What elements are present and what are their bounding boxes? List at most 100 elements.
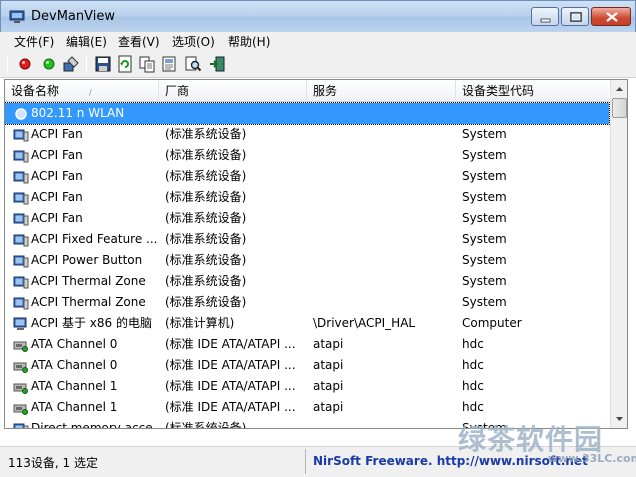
cell-vendor: (标准计算机) — [165, 316, 235, 330]
enable-device-icon[interactable] — [40, 55, 58, 73]
cell-device-type: System — [462, 295, 507, 309]
ide-controller-icon — [13, 404, 28, 415]
toolbar — [0, 50, 636, 78]
menu-help[interactable]: 帮助(H) — [228, 33, 270, 50]
scroll-up-icon[interactable] — [612, 81, 627, 97]
copy-icon[interactable] — [138, 55, 156, 73]
cell-device-name: Direct memory acce... — [31, 421, 159, 429]
device-list[interactable]: 设备名称 ∕ 厂商 服务 设备类型代码 802.11 n WLAN ACPI Fan… — [4, 79, 628, 429]
column-header-label: 设备类型代码 — [462, 84, 535, 98]
cell-vendor: (标准系统设备) — [165, 190, 247, 204]
table-row[interactable]: 802.11 n WLAN — [5, 102, 610, 125]
close-icon — [606, 12, 618, 22]
cell-vendor: (标准系统设备) — [165, 169, 247, 183]
table-row[interactable]: ACPI Power Button (标准系统设备) System — [5, 250, 609, 271]
toolbar-separator — [86, 55, 87, 73]
system-device-icon — [13, 423, 29, 428]
cell-device-type: hdc — [462, 400, 484, 414]
cell-device-name: ACPI Fixed Feature ... — [31, 232, 158, 246]
menu-file[interactable]: 文件(F) — [14, 33, 54, 50]
cell-device-name: ACPI Fan — [31, 169, 83, 183]
cell-device-name: ACPI 基于 x86 的电脑 — [31, 316, 152, 330]
menu-view[interactable]: 查看(V) — [118, 33, 160, 50]
table-row[interactable]: ACPI Fan (标准系统设备) System — [5, 187, 609, 208]
html-report-icon[interactable] — [160, 55, 178, 73]
table-row[interactable]: ACPI Fan (标准系统设备) System — [5, 145, 609, 166]
scroll-down-icon[interactable] — [612, 411, 627, 427]
cell-vendor: (标准系统设备) — [165, 127, 247, 141]
cell-device-name: ATA Channel 0 — [31, 358, 118, 372]
ide-controller-icon — [13, 341, 28, 352]
system-device-icon — [13, 255, 29, 268]
cell-service: atapi — [313, 358, 344, 372]
cell-device-name: ATA Channel 0 — [31, 337, 118, 351]
properties-icon[interactable] — [62, 55, 80, 73]
menu-edit[interactable]: 编辑(E) — [66, 33, 107, 50]
column-header-label: 设备名称 — [11, 84, 60, 98]
system-device-icon — [13, 297, 29, 310]
column-header-label: 厂商 — [165, 84, 190, 98]
refresh-icon[interactable] — [116, 55, 134, 73]
column-header-device-name[interactable]: 设备名称 ∕ — [5, 80, 159, 102]
system-device-icon — [13, 129, 29, 142]
column-header-service[interactable]: 服务 — [307, 80, 456, 102]
table-row[interactable]: ATA Channel 0 (标准 IDE ATA/ATAPI ... atapi h… — [5, 355, 609, 376]
app-icon — [9, 10, 25, 23]
system-device-icon — [13, 192, 29, 205]
column-header-label: 服务 — [313, 84, 338, 98]
table-row[interactable]: ACPI Fan (标准系统设备) System — [5, 208, 609, 229]
cell-vendor: (标准 IDE ATA/ATAPI ... — [165, 337, 296, 351]
cell-device-name: ACPI Fan — [31, 190, 83, 204]
title-bar[interactable]: DevManView — [0, 0, 636, 32]
table-row[interactable]: ACPI Fan (标准系统设备) System — [5, 124, 609, 145]
cell-service: atapi — [313, 337, 344, 351]
column-header-vendor[interactable]: 厂商 — [159, 80, 307, 102]
cell-vendor: (标准系统设备) — [165, 211, 247, 225]
cell-device-type: hdc — [462, 337, 484, 351]
window-title: DevManView — [31, 9, 115, 24]
cell-vendor: (标准系统设备) — [165, 274, 247, 288]
table-row[interactable]: ATA Channel 1 (标准 IDE ATA/ATAPI ... atapi h… — [5, 376, 609, 397]
cell-device-type: System — [462, 232, 507, 246]
table-row[interactable]: ACPI Thermal Zone (标准系统设备) System — [5, 292, 609, 313]
cell-vendor: (标准系统设备) — [165, 421, 247, 429]
system-device-icon — [13, 234, 29, 247]
vertical-scrollbar[interactable] — [610, 80, 627, 428]
watermark-url: www.33LC.com — [548, 452, 636, 465]
cell-vendor: (标准系统设备) — [165, 253, 247, 267]
cell-service: atapi — [313, 379, 344, 393]
cell-device-type: System — [462, 190, 507, 204]
cell-device-name: 802.11 n WLAN — [31, 106, 125, 120]
menu-options[interactable]: 选项(O) — [172, 33, 215, 50]
cell-device-name: ACPI Thermal Zone — [31, 274, 146, 288]
column-header-device-type-code[interactable]: 设备类型代码 — [456, 80, 609, 102]
close-button[interactable] — [591, 7, 631, 26]
minimize-button[interactable] — [531, 7, 559, 26]
maximize-icon — [570, 12, 582, 22]
cell-device-type: Computer — [462, 316, 522, 330]
disable-device-icon[interactable] — [16, 55, 34, 73]
table-row[interactable]: ACPI Fan (标准系统设备) System — [5, 166, 609, 187]
network-adapter-icon — [15, 108, 27, 120]
table-row[interactable]: ATA Channel 1 (标准 IDE ATA/ATAPI ... atapi h… — [5, 397, 609, 418]
table-row[interactable]: ACPI Fixed Feature ... (标准系统设备) System — [5, 229, 609, 250]
exit-icon[interactable] — [208, 55, 226, 73]
minimize-icon — [540, 18, 551, 23]
save-icon[interactable] — [94, 55, 112, 73]
cell-device-type: System — [462, 274, 507, 288]
table-row[interactable]: ACPI 基于 x86 的电脑 (标准计算机) \Driver\ACPI_HAL Co… — [5, 313, 609, 334]
cell-device-name: ATA Channel 1 — [31, 379, 118, 393]
cell-device-name: ATA Channel 1 — [31, 400, 118, 414]
list-header: 设备名称 ∕ 厂商 服务 设备类型代码 — [5, 80, 609, 102]
ide-controller-icon — [13, 362, 28, 373]
toolbar-separator — [7, 55, 8, 73]
scrollbar-thumb[interactable] — [612, 98, 627, 118]
table-row[interactable]: ACPI Thermal Zone (标准系统设备) System — [5, 271, 609, 292]
cell-device-type: System — [462, 127, 507, 141]
cell-vendor: (标准系统设备) — [165, 295, 247, 309]
find-icon[interactable] — [184, 55, 202, 73]
table-row[interactable]: ATA Channel 0 (标准 IDE ATA/ATAPI ... atapi h… — [5, 334, 609, 355]
cell-device-type: hdc — [462, 379, 484, 393]
maximize-button[interactable] — [561, 7, 589, 26]
status-device-count: 113设备, 1 选定 — [8, 456, 98, 470]
